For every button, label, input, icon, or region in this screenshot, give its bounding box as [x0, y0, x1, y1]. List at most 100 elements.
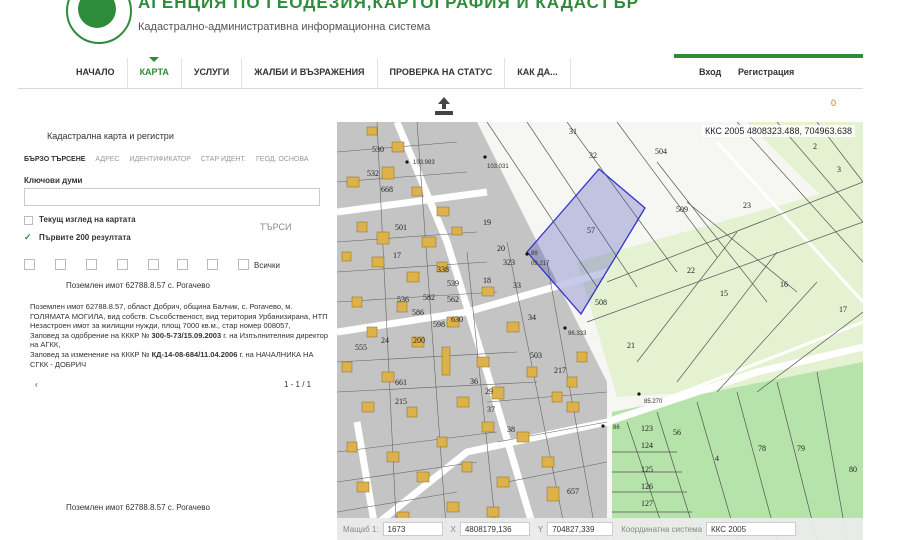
svg-text:21: 21 — [627, 341, 635, 350]
panel-title: Кадастрална карта и регистри — [47, 131, 174, 141]
scale-label: Мащаб — [343, 524, 370, 534]
nav-map[interactable]: КАРТА — [128, 57, 182, 88]
svg-text:124: 124 — [641, 441, 653, 450]
svg-text:16: 16 — [780, 280, 788, 289]
notification-count: 0 — [831, 98, 837, 108]
svg-text:2: 2 — [813, 142, 817, 151]
result-footer[interactable]: Поземлен имот 62788.8.57 с. Рогачево — [66, 503, 210, 512]
svg-text:217: 217 — [554, 366, 566, 375]
svg-text:29: 29 — [485, 387, 493, 396]
nav-home[interactable]: НАЧАЛО — [18, 58, 128, 88]
svg-text:78: 78 — [758, 444, 766, 453]
y-coordinate-input[interactable]: 704827,339 — [547, 522, 614, 536]
svg-text:79: 79 — [797, 444, 805, 453]
amendment-order-number: КД-14-08-684/11.04.2006 — [151, 349, 238, 359]
svg-text:504: 504 — [655, 147, 667, 156]
svg-text:501: 501 — [395, 223, 407, 232]
map-status-bar: Мащаб 1: 1673 X 4808179,136 Y 704827,339… — [337, 518, 863, 540]
x-coordinate-input[interactable]: 4808179,136 — [459, 522, 530, 536]
svg-text:630: 630 — [451, 315, 463, 324]
register-link[interactable]: Регистрация — [738, 67, 794, 77]
filter-checkbox[interactable] — [117, 259, 128, 270]
svg-text:536: 536 — [397, 295, 409, 304]
checkmark-icon[interactable]: ✓ — [24, 233, 32, 242]
svg-text:123: 123 — [641, 424, 653, 433]
svg-text:86: 86 — [613, 425, 620, 431]
login-link[interactable]: Вход — [699, 67, 721, 77]
svg-text:85.270: 85.270 — [644, 399, 663, 405]
svg-text:509: 509 — [676, 205, 688, 214]
scale-input[interactable]: 1673 — [382, 522, 443, 536]
coordinate-system-select[interactable]: ККС 2005 — [706, 522, 797, 536]
account-accent-bar — [674, 54, 863, 58]
y-label: Y — [537, 524, 544, 534]
result-title[interactable]: Поземлен имот 62788.8.57 с. Рогачево — [66, 281, 210, 290]
svg-text:508: 508 — [595, 298, 607, 307]
tab-old-identifier[interactable]: СТАР ИДЕНТ. — [201, 156, 246, 163]
filter-checkbox[interactable] — [148, 259, 159, 270]
map-coordinates-display: ККС 2005 4808323.488, 704963.638 — [701, 125, 855, 137]
svg-text:598: 598 — [433, 320, 445, 329]
svg-text:215: 215 — [395, 397, 407, 406]
svg-text:56: 56 — [673, 428, 681, 437]
svg-text:20: 20 — [497, 244, 505, 253]
pager-info: 1 - 1 / 1 — [284, 380, 312, 389]
svg-text:33: 33 — [513, 281, 521, 290]
svg-text:555: 555 — [355, 343, 367, 352]
filter-checkbox[interactable] — [24, 259, 35, 270]
svg-text:530: 530 — [372, 145, 384, 154]
svg-text:4: 4 — [715, 454, 719, 463]
svg-text:19: 19 — [483, 218, 491, 227]
svg-text:96.333: 96.333 — [568, 331, 587, 337]
search-button[interactable]: ТЪРСИ — [260, 222, 292, 232]
tab-quick-search[interactable]: БЪРЗО ТЪРСЕНЕ — [24, 156, 85, 163]
svg-text:539: 539 — [447, 279, 459, 288]
nav-complaints[interactable]: ЖАЛБИ И ВЪЗРАЖЕНИЯ — [242, 58, 378, 88]
main-nav: НАЧАЛО КАРТА УСЛУГИ ЖАЛБИ И ВЪЗРАЖЕНИЯ П… — [18, 57, 571, 88]
svg-text:668: 668 — [381, 185, 393, 194]
search-tabs: БЪРЗО ТЪРСЕНЕ АДРЕС ИДЕНТИФИКАТОР СТАР И… — [24, 156, 309, 163]
svg-text:37: 37 — [487, 405, 495, 414]
svg-text:34: 34 — [528, 313, 536, 322]
svg-text:89: 89 — [531, 251, 538, 257]
svg-text:103.983: 103.983 — [413, 160, 435, 166]
map-canvas[interactable]: 31 32 504 2 3 509 23 57 20 323 33 508 22… — [337, 122, 863, 540]
svg-text:80: 80 — [849, 465, 857, 474]
svg-text:38: 38 — [507, 425, 515, 434]
nav-services[interactable]: УСЛУГИ — [182, 58, 243, 88]
filter-checkbox[interactable] — [177, 259, 188, 270]
cadastral-map[interactable]: 31 32 504 2 3 509 23 57 20 323 33 508 22… — [337, 122, 863, 540]
svg-text:126: 126 — [641, 482, 653, 491]
scale-prefix: 1: — [371, 524, 379, 534]
current-view-checkbox[interactable] — [24, 216, 33, 225]
nav-status-check[interactable]: ПРОВЕРКА НА СТАТУС — [378, 58, 506, 88]
globe-icon — [78, 0, 116, 28]
result-details: Поземлен имот 62788.8.57, област Добрич,… — [30, 302, 329, 369]
svg-text:586: 586 — [412, 308, 424, 317]
tab-address[interactable]: АДРЕС — [95, 156, 119, 163]
agency-logo[interactable] — [66, 0, 132, 44]
keywords-label: Ключови думи — [24, 176, 83, 185]
nav-how-to[interactable]: КАК ДА... — [505, 58, 571, 88]
svg-text:661: 661 — [395, 378, 407, 387]
tab-geodetic-base[interactable]: ГЕОД. ОСНОВА — [256, 156, 309, 163]
filter-checkbox[interactable] — [55, 259, 66, 270]
prev-page-button[interactable]: ‹ — [35, 380, 38, 389]
tab-identifier[interactable]: ИДЕНТИФИКАТОР — [129, 156, 190, 163]
system-subtitle: Кадастрално-административна информационн… — [138, 21, 431, 33]
all-checkbox[interactable] — [238, 259, 249, 270]
filter-checkbox[interactable] — [207, 259, 218, 270]
svg-text:338: 338 — [437, 265, 449, 274]
x-label: X — [450, 524, 456, 534]
svg-text:125: 125 — [641, 465, 653, 474]
svg-text:200: 200 — [413, 336, 425, 345]
filter-checkbox[interactable] — [86, 259, 97, 270]
svg-text:23: 23 — [743, 201, 751, 210]
svg-text:36: 36 — [470, 377, 478, 386]
upload-icon[interactable] — [433, 96, 455, 116]
svg-text:17: 17 — [839, 305, 847, 314]
result-description: Поземлен имот 62788.8.57, област Добрич,… — [30, 302, 328, 331]
keywords-input[interactable] — [24, 188, 320, 206]
svg-text:127: 127 — [641, 499, 653, 508]
svg-text:503: 503 — [530, 351, 542, 360]
